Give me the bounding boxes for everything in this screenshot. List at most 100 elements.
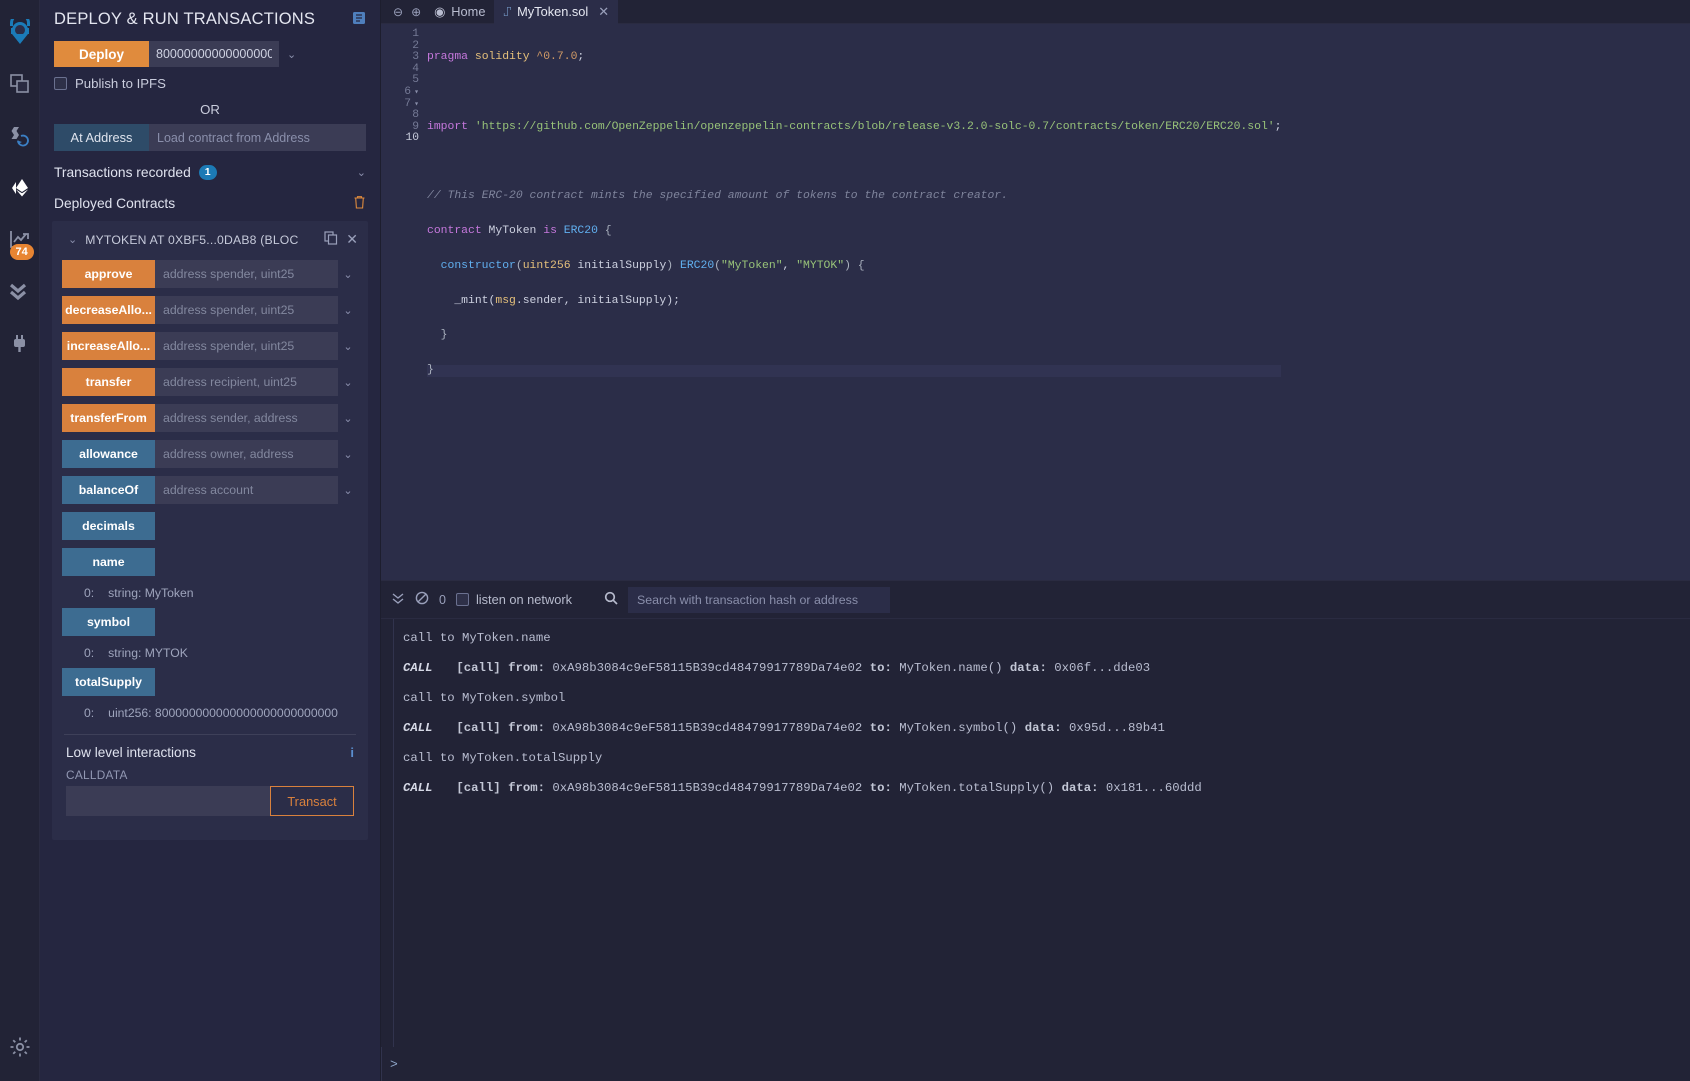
close-icon[interactable]: ✕ (346, 231, 358, 248)
deploy-run-icon[interactable] (0, 162, 40, 214)
solidity-compiler-icon[interactable] (0, 110, 40, 162)
call-data-label: data: (1024, 721, 1062, 735)
home-icon: ◉ (434, 3, 446, 19)
chevron-down-icon[interactable]: ⌄ (338, 304, 358, 317)
chevron-down-icon[interactable]: ⌄ (338, 412, 358, 425)
function-button-name[interactable]: name (62, 548, 155, 576)
function-row-decreaseallowance: decreaseAllo... ⌄ (52, 292, 368, 328)
terminal-log[interactable]: call to MyToken.name CALL [call] from: 0… (381, 619, 1690, 1047)
function-button-symbol[interactable]: symbol (62, 608, 155, 636)
function-input-transfer[interactable] (155, 368, 338, 396)
chevron-down-icon[interactable]: ⌄ (338, 340, 358, 353)
zoom-out-icon[interactable]: ⊖ (389, 5, 407, 19)
function-row-increaseallowance: increaseAllo... ⌄ (52, 328, 368, 364)
zoom-in-icon[interactable]: ⊕ (407, 5, 425, 19)
settings-icon[interactable] (0, 1021, 40, 1073)
solidity-analyzers-icon[interactable] (0, 266, 40, 318)
log-entry-call[interactable]: CALL [call] from: 0xA98b3084c9eF58115B39… (381, 713, 1690, 743)
info-icon[interactable]: i (350, 745, 354, 760)
listen-on-network-checkbox[interactable] (455, 593, 469, 606)
documentation-icon[interactable] (352, 11, 366, 29)
call-bracket: [call] (456, 721, 501, 735)
publish-ipfs-checkbox[interactable] (54, 77, 67, 90)
function-row-totalsupply: totalSupply (52, 664, 368, 700)
result-index: 0: (84, 646, 95, 660)
collapse-terminal-icon[interactable] (391, 591, 405, 608)
publish-ipfs-label: Publish to IPFS (75, 76, 166, 91)
calldata-input[interactable] (66, 786, 270, 816)
page-title: DEPLOY & RUN TRANSACTIONS (54, 10, 316, 28)
terminal-prompt[interactable]: > (381, 1047, 1690, 1081)
log-entry-text: call to MyToken.name (403, 631, 551, 645)
deploy-controls: Deploy ⌄ (40, 41, 380, 67)
log-entry-call[interactable]: CALL [call] from: 0xA98b3084c9eF58115B39… (381, 653, 1690, 683)
debugger-icon[interactable]: 74 (0, 214, 40, 266)
log-entry-call[interactable]: CALL [call] from: 0xA98b3084c9eF58115B39… (381, 773, 1690, 803)
chevron-down-icon[interactable]: ⌄ (338, 448, 358, 461)
close-icon[interactable]: ✕ (598, 4, 609, 20)
code-line: pragma solidity ^0.7.0; (427, 51, 585, 64)
listen-on-network-row[interactable]: listen on network (455, 592, 572, 607)
deploy-button[interactable]: Deploy (54, 41, 149, 67)
transactions-recorded-row[interactable]: Transactions recorded 1 ⌄ (40, 151, 380, 186)
call-tag: CALL (403, 721, 433, 735)
function-button-allowance[interactable]: allowance (62, 440, 155, 468)
call-data-label: data: (1009, 661, 1047, 675)
deploy-run-panel: DEPLOY & RUN TRANSACTIONS Deploy ⌄ Publi… (40, 0, 381, 1081)
line-number-gutter: 1 2 3 4 5 6 ▾ 7 ▾ 8 9 10 (381, 28, 427, 400)
line-number: 1 (412, 28, 419, 40)
line-number: 10 (405, 132, 419, 145)
function-button-transferfrom[interactable]: transferFrom (62, 404, 155, 432)
at-address-button[interactable]: At Address (54, 124, 149, 151)
transact-button[interactable]: Transact (270, 786, 354, 816)
chevron-down-icon[interactable]: ⌄ (287, 48, 296, 61)
chevron-down-icon[interactable]: ⌄ (68, 233, 77, 246)
at-address-input[interactable] (149, 124, 366, 151)
remix-logo-icon[interactable] (0, 6, 40, 58)
call-to-target: MyToken.totalSupply() (899, 781, 1055, 795)
function-input-approve[interactable] (155, 260, 338, 288)
code-editor[interactable]: 1 2 3 4 5 6 ▾ 7 ▾ 8 9 10 pragma solidity ^… (381, 24, 1690, 580)
function-button-transfer[interactable]: transfer (62, 368, 155, 396)
call-data-value: 0x181...60ddd (1105, 781, 1202, 795)
trash-icon[interactable] (353, 195, 366, 212)
function-result-symbol: 0: string: MYTOK (52, 640, 368, 664)
function-input-allowance[interactable] (155, 440, 338, 468)
main-area: ⊖ ⊕ ◉ Home ⑀ MyToken.sol ✕ 1 2 3 4 5 6▾ (381, 0, 1690, 1081)
function-input-transferfrom[interactable] (155, 404, 338, 432)
file-explorer-icon[interactable] (0, 58, 40, 110)
transactions-recorded-label-group: Transactions recorded 1 (54, 165, 217, 180)
chevron-down-icon[interactable]: ⌄ (338, 268, 358, 281)
code-line: constructor(uint256 initialSupply) ERC20… (440, 259, 865, 272)
line-number: 8 (412, 109, 419, 122)
function-button-increaseallowance[interactable]: increaseAllo... (62, 332, 155, 360)
call-to-label: to: (869, 661, 892, 675)
fold-icon[interactable]: ▾ (411, 87, 419, 99)
function-input-decreaseallowance[interactable] (155, 296, 338, 324)
function-button-approve[interactable]: approve (62, 260, 155, 288)
plugin-manager-icon[interactable] (0, 318, 40, 370)
chevron-down-icon[interactable]: ⌄ (357, 166, 366, 179)
chevron-down-icon[interactable]: ⌄ (338, 376, 358, 389)
search-icon[interactable] (604, 591, 618, 608)
function-button-balanceof[interactable]: balanceOf (62, 476, 155, 504)
clear-console-icon[interactable] (415, 591, 429, 608)
function-input-increaseallowance[interactable] (155, 332, 338, 360)
panel-scroll-area[interactable]: DEPLOY & RUN TRANSACTIONS Deploy ⌄ Publi… (40, 0, 380, 1081)
function-button-totalsupply[interactable]: totalSupply (62, 668, 155, 696)
function-input-balanceof[interactable] (155, 476, 338, 504)
tab-home[interactable]: ◉ Home (425, 0, 494, 24)
function-button-decimals[interactable]: decimals (62, 512, 155, 540)
chevron-down-icon[interactable]: ⌄ (338, 484, 358, 497)
function-result-totalsupply: 0: uint256: 800000000000000000000000000 (52, 700, 368, 724)
function-button-decreaseallowance[interactable]: decreaseAllo... (62, 296, 155, 324)
copy-icon[interactable] (324, 231, 338, 248)
terminal-search-input[interactable] (627, 586, 890, 613)
contract-card-header[interactable]: ⌄ MYTOKEN AT 0XBF5...0DAB8 (BLOC ✕ (52, 227, 368, 256)
calldata-label: CALLDATA (66, 768, 128, 782)
tab-mytoken-sol[interactable]: ⑀ MyToken.sol ✕ (494, 0, 619, 24)
publish-ipfs-row[interactable]: Publish to IPFS (40, 67, 380, 93)
deploy-value-input[interactable] (149, 41, 279, 67)
